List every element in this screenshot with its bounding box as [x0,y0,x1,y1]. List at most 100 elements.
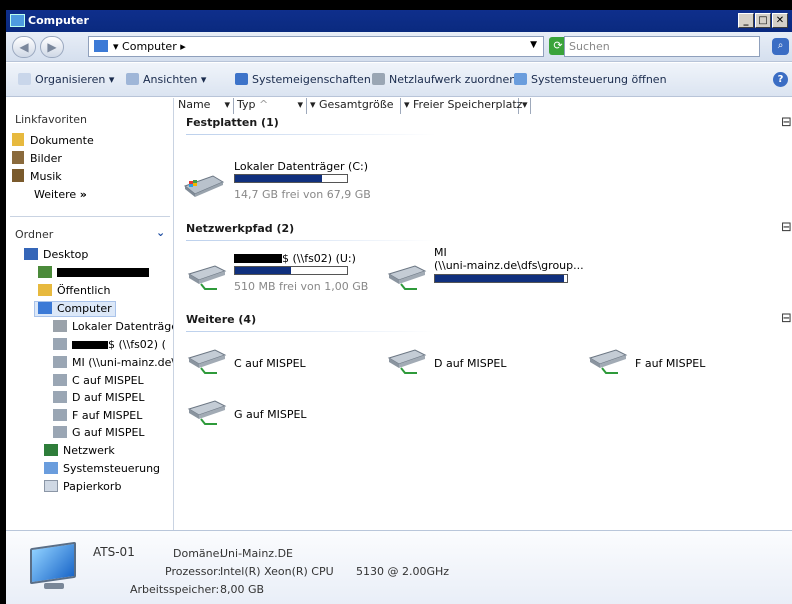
column-type[interactable]: Typ ^ ▾ [234,98,307,114]
chevron-down-icon[interactable]: ⌄ [156,226,165,239]
divider [186,240,436,241]
search-placeholder: Suchen [569,40,610,53]
tree-item-d-mispel[interactable]: D auf MISPEL [53,391,144,407]
column-more[interactable]: ▾ [519,98,531,114]
map-network-drive-button[interactable]: Netzlaufwerk zuordnen [372,73,516,86]
computer-icon [94,40,108,52]
open-control-panel-button[interactable]: Systemsteuerung öffnen [514,73,667,86]
drive-label: Lokaler Datenträger (C:) [234,160,369,173]
divider [186,134,436,135]
pictures-icon [12,151,24,164]
forward-button[interactable]: ▶ [40,36,64,58]
item-label: F auf MISPEL [635,357,706,370]
control-panel-icon [44,462,58,474]
processor-label: Prozessor: [165,565,222,578]
favorites-more-button[interactable]: Weitere » [34,188,87,204]
monitor-stand [44,583,64,589]
organize-icon [18,73,31,85]
hard-drive-icon [53,320,67,332]
network-drive-icon [53,409,67,421]
collapse-icon[interactable]: ⊟ [781,311,792,326]
computer-icon [10,14,25,27]
command-bar: Organisieren ▾ Ansichten ▾ Systemeigensc… [6,63,792,97]
capacity-fill [435,275,565,282]
collapse-icon[interactable]: ⊟ [781,220,792,235]
maximize-button[interactable]: □ [755,13,771,28]
file-list: Festplatten (1) ⊟ Lokaler Datenträger (C… [175,114,792,530]
tree-item-g-mispel[interactable]: G auf MISPEL [53,426,145,442]
hard-drive-icon [183,175,225,197]
favorite-bilder[interactable]: Bilder [12,151,62,167]
column-headers: Name ▾ Typ ^ ▾ ▾ Gesamtgröße ▾ Freier Sp… [175,98,792,114]
column-total-size[interactable]: ▾ Gesamtgröße [307,98,401,114]
group-header-network[interactable]: Netzwerkpfad (2) [186,222,294,235]
system-properties-button[interactable]: Systemeigenschaften [235,73,371,86]
help-icon[interactable]: ? [773,72,788,87]
title-bar[interactable]: Computer _ □ ✕ [6,10,792,32]
drive-free-space: 510 MB frei von 1,00 GB [234,280,369,293]
address-field[interactable]: ▾ Computer ▸ ▼ [88,36,544,57]
item-label: D auf MISPEL [434,357,507,370]
address-path: Computer [122,40,177,53]
group-header-other[interactable]: Weitere (4) [186,313,256,326]
favorite-musik[interactable]: Musik [12,169,62,185]
divider [186,331,436,332]
search-icon[interactable]: ⌕ [772,38,789,55]
search-input[interactable]: Suchen [564,36,760,57]
computer-name: ATS-01 [93,545,135,559]
item-label: C auf MISPEL [234,357,306,370]
views-button[interactable]: Ansichten ▾ [126,73,206,86]
navigation-pane: Linkfavoriten Dokumente Bilder Musik Wei… [6,98,174,530]
collapse-icon[interactable]: ⊟ [781,115,792,130]
item-label: G auf MISPEL [234,408,307,421]
window-title: Computer [28,14,89,27]
tree-item-recycle-bin[interactable]: Papierkorb [44,480,121,496]
drive-label: $ (\\fs02) (U:) [282,252,356,265]
capacity-fill [235,267,291,274]
tree-item-f-mispel[interactable]: F auf MISPEL [53,409,142,425]
computer-icon [38,302,52,314]
network-drive-icon [387,265,427,290]
tree-item-mi-share[interactable]: MI (\\uni-mainz.de\c [53,356,173,372]
column-free-space[interactable]: ▾ Freier Speicherplatz [401,98,522,114]
capacity-bar [234,266,348,275]
chevron-down-icon[interactable]: ▼ [530,40,537,50]
network-drive-icon [53,374,67,386]
network-drive-icon [53,391,67,403]
column-name[interactable]: Name ▾ [175,98,234,114]
tree-item-computer[interactable]: Computer [34,301,116,317]
capacity-fill [235,175,323,182]
network-drive-icon [187,400,227,425]
drive-path: (\\uni-mainz.de\dfs\group... [434,259,584,272]
group-header-hard-disks[interactable]: Festplatten (1) [186,116,279,129]
tree-item-fs02-share[interactable]: $ (\\fs02) ( [53,338,166,354]
folders-header: Ordner [15,228,54,241]
tree-item-desktop[interactable]: Desktop [24,248,88,264]
back-button[interactable]: ◀ [12,36,36,58]
redacted-text [57,268,149,277]
drive-label: MI [434,246,447,259]
folder-icon [38,284,52,296]
redacted-text [72,341,108,349]
organize-button[interactable]: Organisieren ▾ [18,73,114,86]
computer-icon [30,541,76,585]
capacity-bar [234,174,348,183]
desktop-icon [24,248,38,260]
tree-item-c-mispel[interactable]: C auf MISPEL [53,374,144,390]
tree-item-network[interactable]: Netzwerk [44,444,115,460]
recycle-bin-icon [44,480,58,492]
network-drive-icon [53,426,67,438]
tree-item-control-panel[interactable]: Systemsteuerung [44,462,160,478]
close-button[interactable]: ✕ [772,13,788,28]
network-icon [44,444,58,456]
network-drive-icon [387,349,427,374]
documents-icon [12,133,24,146]
network-drive-icon [53,356,67,368]
tree-item-local-disk[interactable]: Lokaler Datenträger [53,320,173,336]
domain-label: Domäne: [173,547,224,560]
minimize-button[interactable]: _ [738,13,754,28]
tree-item-user[interactable] [38,266,149,282]
tree-item-public[interactable]: Öffentlich [38,284,110,300]
network-drive-icon [53,338,67,350]
favorite-dokumente[interactable]: Dokumente [12,133,94,149]
